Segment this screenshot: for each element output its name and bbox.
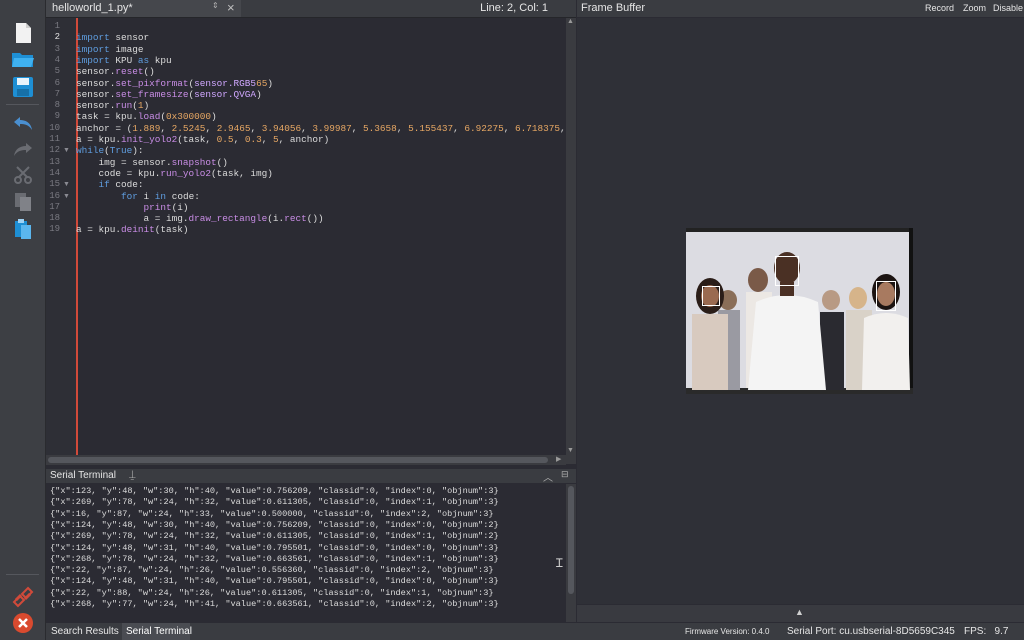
- terminal-line: {"x":124, "y":48, "w":31, "h":40, "value…: [50, 576, 499, 587]
- terminal-line: {"x":124, "y":48, "w":31, "h":40, "value…: [50, 542, 499, 553]
- frame-buffer-header: Frame Buffer Record Zoom Disable: [577, 0, 1024, 17]
- connect-icon[interactable]: [10, 584, 35, 609]
- paste-icon[interactable]: [10, 216, 35, 241]
- code-line[interactable]: code = kpu.run_yolo2(task, img): [76, 168, 273, 179]
- file-tab[interactable]: helloworld_1.py* ⇕: [46, 0, 241, 17]
- editor-tab-bar: helloworld_1.py* ⇕ × Line: 2, Col: 1: [46, 0, 576, 18]
- code-line[interactable]: if code:: [76, 179, 144, 190]
- serial-terminal-header: Serial Terminal ⍊ ︿ ⊟: [46, 469, 576, 484]
- code-line[interactable]: img = sensor.snapshot(): [76, 157, 228, 168]
- terminal-scroll-thumb[interactable]: [568, 486, 574, 594]
- code-line[interactable]: import KPU as kpu: [76, 55, 172, 66]
- horizontal-scroll-thumb[interactable]: [48, 457, 548, 463]
- serial-terminal-title: Serial Terminal: [50, 470, 116, 481]
- code-line[interactable]: sensor.set_framesize(sensor.QVGA): [76, 89, 262, 100]
- code-line[interactable]: for i in code:: [76, 191, 200, 202]
- code-line[interactable]: a = kpu.deinit(task): [76, 224, 189, 235]
- disable-button[interactable]: Disable: [993, 3, 1023, 13]
- copy-icon[interactable]: [10, 189, 35, 214]
- new-file-icon[interactable]: [10, 20, 35, 45]
- code-line[interactable]: task = kpu.load(0x300000): [76, 111, 217, 122]
- code-line[interactable]: sensor.run(1): [76, 100, 149, 111]
- cursor-position: Line: 2, Col: 1: [480, 2, 548, 14]
- terminal-line: {"x":268, "y":78, "w":24, "h":32, "value…: [50, 553, 499, 564]
- cut-icon[interactable]: [10, 162, 35, 187]
- scroll-up-icon[interactable]: ▲: [567, 18, 574, 25]
- terminal-line: {"x":22, "y":87, "w":24, "h":26, "value"…: [50, 565, 494, 576]
- redo-icon[interactable]: [10, 136, 35, 161]
- record-button[interactable]: Record: [925, 3, 954, 13]
- tab-search-results[interactable]: Search Results: [51, 626, 119, 637]
- terminal-clear-icon[interactable]: ⍊: [129, 469, 136, 482]
- terminal-line: {"x":123, "y":48, "w":30, "h":40, "value…: [50, 486, 499, 496]
- terminal-line: {"x":124, "y":48, "w":30, "h":40, "value…: [50, 519, 499, 530]
- camera-frame: [686, 228, 913, 394]
- tab-dropdown-icon[interactable]: ⇕: [212, 1, 219, 10]
- code-line[interactable]: print(i): [76, 202, 189, 213]
- scroll-down-icon[interactable]: ▼: [567, 447, 574, 454]
- expand-up-icon[interactable]: ▲: [795, 607, 804, 617]
- code-line[interactable]: a = kpu.init_yolo2(task, 0.5, 0.3, 5, an…: [76, 134, 329, 145]
- status-bar: Search Results Serial Terminal Firmware …: [46, 623, 1024, 640]
- left-toolbar: [0, 0, 46, 640]
- frame-buffer-toggle-bar[interactable]: ▲: [577, 605, 1024, 622]
- camera-image: [686, 228, 913, 394]
- code-editor[interactable]: 1 2 3 4 5 6 7 8 9 10 11 12 ▼ 13 14 15 ▼ 16 ▼ 17 18 19 import …: [46, 18, 576, 465]
- editor-vertical-scrollbar[interactable]: ▲ ▼: [566, 18, 576, 464]
- frame-buffer-title: Frame Buffer: [581, 2, 645, 14]
- stop-icon[interactable]: [10, 610, 35, 635]
- detection-box-3: [876, 281, 896, 311]
- code-line[interactable]: a = img.draw_rectangle(i.rect()): [76, 213, 324, 224]
- code-line[interactable]: while(True):: [76, 145, 144, 156]
- code-line[interactable]: sensor.set_pixformat(sensor.RGB565): [76, 78, 273, 89]
- text-cursor-icon: Ɪ: [556, 556, 563, 570]
- terminal-line: {"x":268, "y":77, "w":24, "h":41, "value…: [50, 599, 499, 609]
- serial-terminal-output[interactable]: {"x":123, "y":48, "w":30, "h":40, "value…: [46, 484, 576, 622]
- scroll-right-icon[interactable]: ▶: [556, 455, 561, 463]
- zoom-button[interactable]: Zoom: [963, 3, 986, 13]
- terminal-maximize-icon[interactable]: ⊟: [561, 469, 569, 480]
- code-line[interactable]: import sensor: [76, 32, 149, 43]
- frame-buffer-view: [577, 18, 1024, 604]
- serial-port[interactable]: Serial Port: cu.usbserial-8D5659C345: [787, 626, 955, 637]
- editor-horizontal-scrollbar[interactable]: ▶: [46, 455, 566, 465]
- terminal-collapse-icon[interactable]: ︿: [543, 469, 553, 484]
- terminal-line: {"x":22, "y":88, "w":24, "h":26, "value"…: [50, 587, 494, 598]
- terminal-line: {"x":16, "y":87, "w":24, "h":33, "value"…: [50, 508, 494, 519]
- fps-readout: FPS: 9.7: [964, 626, 1009, 637]
- code-line[interactable]: sensor.reset(): [76, 66, 155, 77]
- terminal-scrollbar[interactable]: [566, 484, 576, 622]
- terminal-line: {"x":269, "y":78, "w":24, "h":32, "value…: [50, 531, 499, 542]
- code-line[interactable]: anchor = (1.889, 2.5245, 2.9465, 3.94056…: [76, 123, 566, 134]
- open-folder-icon[interactable]: [10, 46, 35, 71]
- close-tab-icon[interactable]: ×: [227, 0, 235, 15]
- detection-box-1: [702, 286, 720, 306]
- terminal-line: {"x":269, "y":78, "w":24, "h":32, "value…: [50, 497, 499, 508]
- tab-serial-terminal[interactable]: Serial Terminal: [126, 626, 192, 637]
- save-icon[interactable]: [10, 74, 35, 99]
- code-line[interactable]: import image: [76, 44, 144, 55]
- undo-icon[interactable]: [10, 110, 35, 135]
- firmware-version[interactable]: Firmware Version: 0.4.0: [685, 627, 769, 636]
- file-tab-title: helloworld_1.py*: [52, 2, 133, 14]
- detection-box-2: [775, 256, 799, 286]
